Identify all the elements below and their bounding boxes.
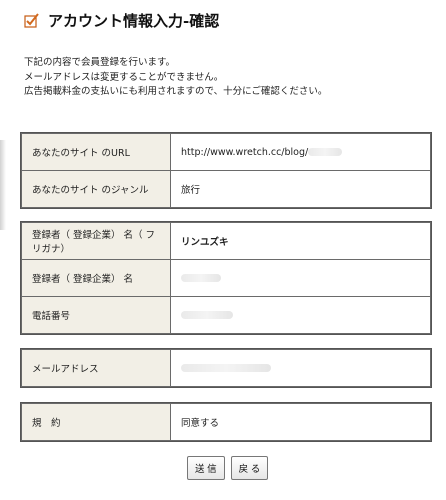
page-header: アカウント情報入力-確認 (24, 10, 219, 31)
phone-label: 電話番号 (21, 296, 171, 334)
intro-line: 下記の内容で会員登録を行います。 (24, 57, 176, 68)
table-row: メールアドレス (21, 349, 431, 387)
site-url-label: あなたのサイト のURL (21, 133, 171, 171)
terms-table: 規 約 同意する (20, 402, 432, 442)
table-row: 登録者（ 登録企業） 名（ フリガナ） リンユズキ (21, 222, 431, 260)
table-row: 登録者（ 登録企業） 名 (21, 259, 431, 297)
table-row: 電話番号 (21, 296, 431, 334)
submit-button[interactable]: 送 信 (187, 456, 225, 480)
registrant-kana-label: 登録者（ 登録企業） 名（ フリガナ） (21, 222, 171, 260)
window-edge-shadow (0, 140, 6, 230)
email-label: メールアドレス (21, 349, 171, 387)
terms-label: 規 約 (21, 403, 171, 441)
email-table: メールアドレス (20, 348, 432, 388)
redacted-text (181, 311, 233, 319)
site-info-table: あなたのサイト のURL http://www.wretch.cc/blog/ … (20, 132, 432, 209)
table-row: 規 約 同意する (21, 403, 431, 441)
table-row: あなたのサイト のURL http://www.wretch.cc/blog/ (21, 133, 431, 171)
registrant-table: 登録者（ 登録企業） 名（ フリガナ） リンユズキ 登録者（ 登録企業） 名 電… (20, 221, 432, 335)
intro-line: メールアドレスは変更することができません。 (24, 71, 224, 83)
terms-value: 同意する (170, 403, 431, 441)
redacted-text (181, 364, 271, 372)
form-buttons: 送 信 戻 る (187, 456, 269, 480)
checkbox-check-icon (24, 12, 39, 28)
intro-line: 広告掲載料金の支払いにも利用されますので、十分にご確認ください。 (24, 86, 328, 97)
phone-value (170, 296, 431, 334)
registrant-name-label: 登録者（ 登録企業） 名 (21, 259, 171, 297)
site-genre-label: あなたのサイト のジャンル (21, 170, 171, 208)
email-value (170, 349, 431, 387)
redacted-text (308, 148, 343, 156)
table-row: あなたのサイト のジャンル 旅行 (21, 170, 431, 208)
registrant-kana-value: リンユズキ (170, 222, 431, 260)
site-url-value: http://www.wretch.cc/blog/ (170, 133, 431, 171)
back-button[interactable]: 戻 る (230, 456, 269, 480)
page-title: アカウント情報入力-確認 (48, 12, 220, 30)
registrant-name-value (170, 259, 431, 297)
redacted-text (181, 274, 221, 282)
intro-text: 下記の内容で会員登録を行います。 メールアドレスは変更することができません。 広… (24, 56, 327, 100)
site-genre-value: 旅行 (170, 170, 431, 208)
